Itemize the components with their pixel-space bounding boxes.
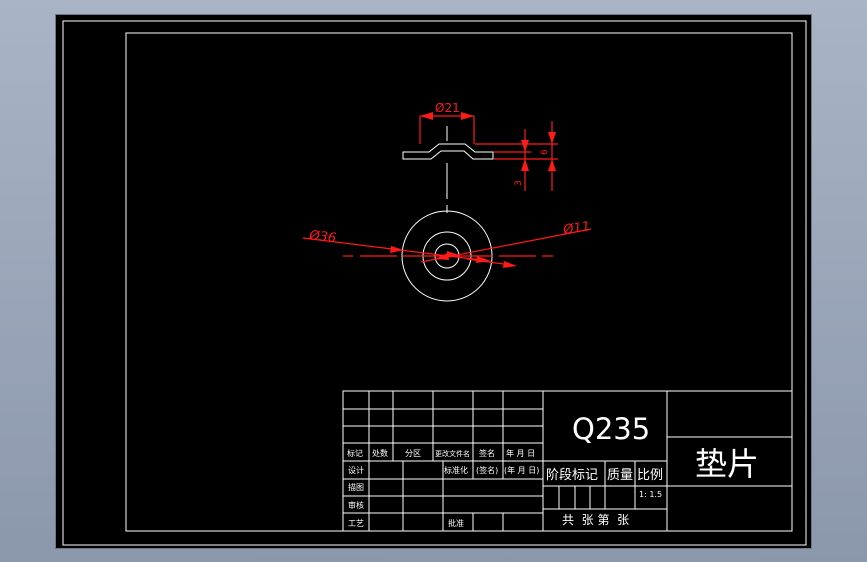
dim-thickness-height: 3 6 — [475, 121, 558, 191]
material-label: Q235 — [572, 412, 650, 446]
tb-review: 审核 — [348, 500, 364, 510]
tb-zone: 分区 — [405, 449, 421, 458]
tb-sign2: (签名) — [476, 465, 498, 475]
tb-standardize: 标准化 — [444, 465, 468, 475]
tb-sheet-total: 共 张 第 张 — [562, 513, 629, 527]
part-name: 垫片 — [695, 445, 759, 483]
cad-viewport[interactable]: Ø21 3 6 Ø36 Ø11 标记 处数 分区 更改文件名 签名 年 月 日 … — [55, 14, 812, 549]
title-block-text: 标记 处数 分区 更改文件名 签名 年 月 日 设计 标准化 (签名) (年 月… — [347, 412, 759, 528]
tb-date: 年 月 日 — [506, 448, 535, 458]
thickness-label: 3 — [514, 180, 524, 186]
tb-scale: 比例 — [637, 468, 663, 483]
tb-mark: 标记 — [347, 448, 363, 458]
scale-value: 1: 1.5 — [639, 490, 662, 499]
tb-date2: (年 月 日) — [504, 465, 539, 475]
raised-diameter-label: Ø21 — [435, 101, 460, 115]
tb-mass: 质量 — [607, 468, 633, 483]
dim-outer-diameter: Ø36 — [302, 228, 491, 263]
section-view — [402, 126, 494, 199]
tb-design: 设计 — [348, 465, 364, 475]
tb-approve: 批准 — [448, 518, 464, 528]
inner-diameter-label: Ø11 — [561, 219, 591, 238]
height-label: 6 — [540, 149, 550, 155]
drawing-canvas: Ø21 3 6 Ø36 Ø11 标记 处数 分区 更改文件名 签名 年 月 日 … — [62, 20, 807, 546]
outer-diameter-label: Ø36 — [308, 228, 337, 246]
tb-count: 处数 — [372, 448, 388, 458]
tb-signature: 签名 — [479, 448, 495, 458]
tb-drafter: 描图 — [348, 482, 364, 492]
tb-change-doc: 更改文件名 — [435, 449, 470, 458]
tb-process: 工艺 — [348, 519, 364, 528]
tb-stage-mark: 阶段标记 — [546, 468, 598, 483]
